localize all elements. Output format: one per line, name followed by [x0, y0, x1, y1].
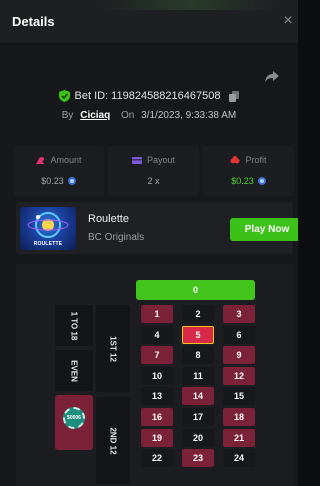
chip-icon: $0006: [63, 407, 85, 429]
chip-value: $0006: [67, 415, 81, 421]
play-now-button[interactable]: Play Now: [230, 218, 298, 241]
bet-id: Bet ID: 119824588216467508: [74, 90, 221, 102]
bet-1st-12: 1ST 12: [96, 305, 130, 392]
game-provider: BC Originals: [88, 232, 145, 243]
roulette-number-5: 5: [182, 326, 214, 344]
share-icon[interactable]: [264, 68, 280, 84]
roulette-number-2: 2: [182, 305, 214, 323]
bet-even-label: EVEN: [69, 359, 79, 382]
stat-profit-label: Profit: [245, 155, 267, 165]
bet-red: $0006: [55, 395, 93, 450]
username-link[interactable]: Ciciaq: [80, 110, 110, 121]
amount-icon: [36, 156, 45, 164]
roulette-zero-cell: 0: [136, 280, 255, 300]
roulette-thumbnail[interactable]: ROULETTE: [20, 207, 76, 250]
roulette-number-4: 4: [141, 326, 173, 344]
roulette-number-8: 8: [182, 346, 214, 364]
roulette-number-15: 15: [223, 387, 255, 405]
bet-id-row: Bet ID: 119824588216467508: [0, 90, 298, 106]
roulette-number-9: 9: [223, 346, 255, 364]
roulette-number-1: 1: [141, 305, 173, 323]
bet-datetime: 3/1/2023, 9:33:38 AM: [141, 110, 237, 121]
roulette-number-14: 14: [182, 387, 214, 405]
roulette-number-18: 18: [223, 408, 255, 426]
stat-profit-value: $0.23: [231, 176, 254, 186]
bet-even: EVEN: [55, 350, 93, 391]
bet-1-to-18: 1 TO 18: [55, 305, 93, 346]
roulette-number-19: 19: [141, 429, 173, 447]
roulette-number-22: 22: [141, 449, 173, 467]
roulette-number-24: 24: [223, 449, 255, 467]
close-icon[interactable]: ×: [280, 12, 296, 30]
stat-payout-value: 2 x: [147, 176, 160, 186]
game-name: Roulette: [88, 213, 129, 225]
roulette-number-17: 17: [182, 408, 214, 426]
roulette-number-3: 3: [223, 305, 255, 323]
bet-1st-12-label: 1ST 12: [108, 335, 118, 362]
payout-icon: [131, 156, 142, 164]
stat-profit: Profit $0.23: [203, 146, 294, 196]
on-label: On: [121, 110, 135, 121]
coin-icon: [257, 177, 266, 185]
thumbnail-label: ROULETTE: [33, 241, 63, 247]
stat-amount: Amount $0.23: [13, 146, 104, 196]
roulette-number-21: 21: [223, 429, 255, 447]
header-decoration: [100, 0, 280, 10]
bet-details-modal: Details × Bet ID: 119824588216467508 By …: [0, 0, 298, 486]
modal-title: Details: [12, 14, 55, 29]
roulette-number-6: 6: [223, 326, 255, 344]
stat-payout: Payout 2 x: [108, 146, 199, 196]
roulette-number-7: 7: [141, 346, 173, 364]
roulette-number-11: 11: [182, 367, 214, 385]
roulette-number-16: 16: [141, 408, 173, 426]
roulette-number-12: 12: [223, 367, 255, 385]
verified-shield-icon: [58, 90, 70, 102]
roulette-number-10: 10: [141, 367, 173, 385]
modal-header: Details ×: [0, 0, 298, 44]
roulette-number-13: 13: [141, 387, 173, 405]
coin-icon: [67, 177, 76, 185]
roulette-number-23: 23: [182, 449, 214, 467]
bet-2nd-12-label: 2ND 12: [108, 426, 118, 455]
bet-2nd-12: 2ND 12: [96, 397, 130, 484]
by-label: By: [61, 110, 74, 121]
stat-amount-value: $0.23: [41, 176, 64, 186]
roulette-number-20: 20: [182, 429, 214, 447]
stat-payout-label: Payout: [146, 155, 176, 165]
profit-icon: [230, 155, 240, 163]
copy-icon[interactable]: [229, 90, 240, 102]
game-card: ROULETTE Roulette BC Originals Play Now: [16, 202, 298, 254]
stat-amount-label: Amount: [50, 155, 82, 165]
bet-meta-row: By Ciciaq On 3/1/2023, 9:33:38 AM: [0, 110, 298, 124]
bet-1-to-18-label: 1 TO 18: [69, 311, 79, 340]
